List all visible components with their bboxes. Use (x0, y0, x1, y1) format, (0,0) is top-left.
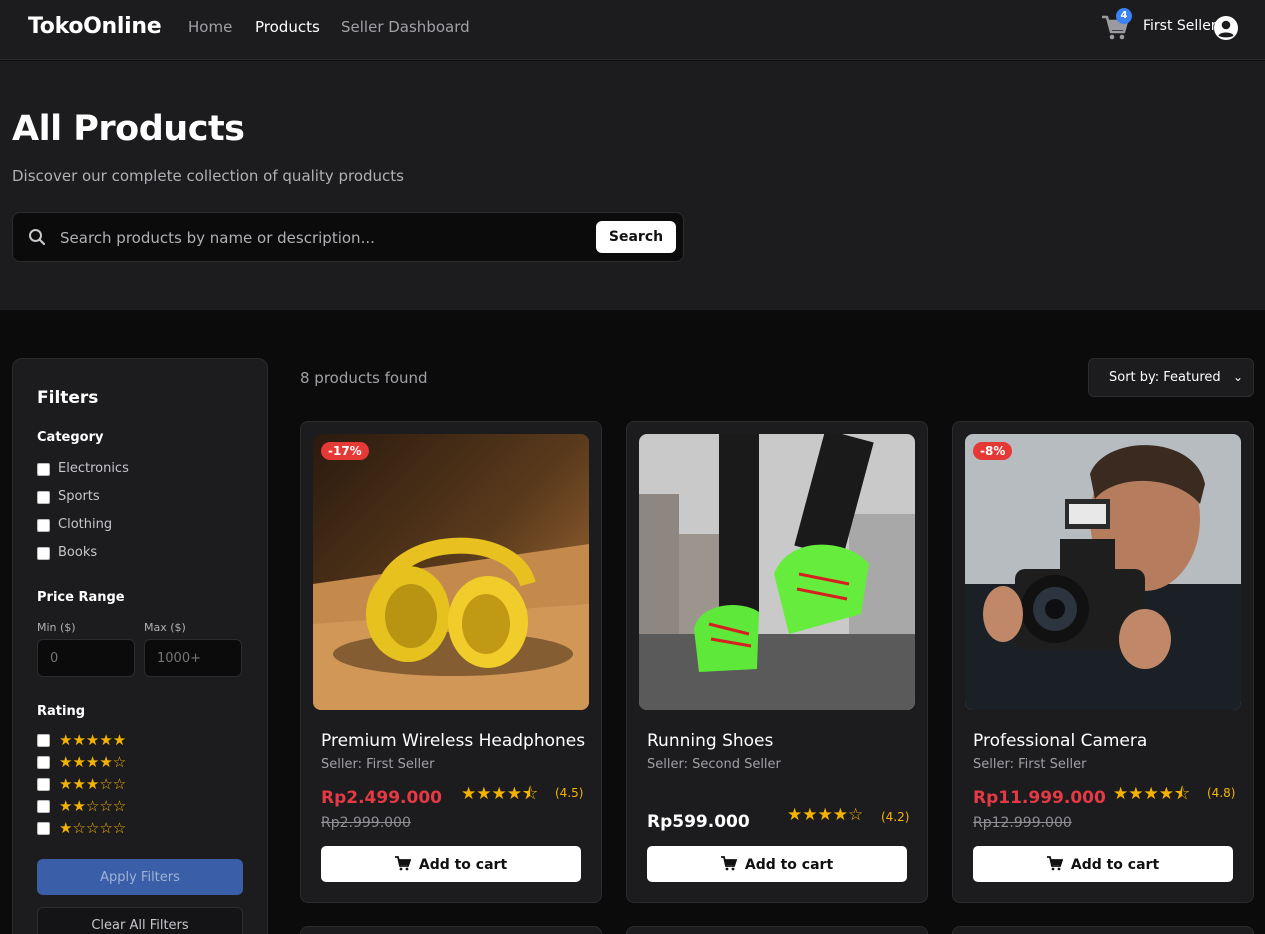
product-card[interactable] (952, 926, 1254, 934)
rating-heading: Rating (37, 704, 86, 719)
min-price-input[interactable] (37, 639, 135, 677)
sort-select[interactable]: Sort by: Featured ⌄ (1088, 358, 1254, 397)
product-name[interactable]: Premium Wireless Headphones (321, 731, 585, 751)
add-to-cart-button[interactable]: Add to cart (321, 846, 581, 882)
product-card[interactable] (300, 926, 602, 934)
checkbox-sports[interactable] (37, 491, 50, 504)
add-to-cart-label: Add to cart (744, 856, 834, 873)
product-seller: Seller: First Seller (321, 757, 435, 772)
page-subtitle: Discover our complete collection of qual… (12, 167, 404, 185)
max-price-input[interactable] (144, 639, 242, 677)
category-label-books: Books (58, 545, 98, 560)
page-title: All Products (12, 109, 245, 149)
rating-3-stars: ★★★☆☆ (59, 775, 127, 793)
checkbox-rating-3[interactable] (37, 778, 50, 791)
category-label-electronics: Electronics (58, 461, 129, 476)
user-name[interactable]: First Seller (1143, 18, 1217, 34)
cart-icon (394, 855, 412, 870)
rating-1-stars: ★☆☆☆☆ (59, 819, 127, 837)
checkbox-rating-4[interactable] (37, 756, 50, 769)
discount-badge: -8% (973, 442, 1013, 460)
filters-title: Filters (37, 388, 99, 408)
category-heading: Category (37, 430, 104, 445)
product-original-price: Rp12.999.000 (973, 815, 1072, 831)
brand-logo[interactable]: TokoOnline (28, 14, 162, 39)
product-card[interactable] (626, 926, 928, 934)
discount-badge: -17% (321, 442, 369, 460)
add-to-cart-label: Add to cart (1070, 856, 1160, 873)
clear-filters-button[interactable]: Clear All Filters (37, 907, 243, 934)
product-card[interactable]: -17% Premium Wireless Headphones Seller:… (300, 421, 602, 903)
checkbox-rating-1[interactable] (37, 822, 50, 835)
apply-filters-button[interactable]: Apply Filters (37, 859, 243, 895)
checkbox-rating-2[interactable] (37, 800, 50, 813)
cart-count-badge: 4 (1116, 8, 1132, 24)
user-avatar-icon[interactable] (1213, 15, 1239, 41)
nav-home[interactable]: Home (188, 18, 232, 36)
hero-section (0, 61, 1265, 310)
product-price: Rp599.000 (647, 812, 750, 832)
add-to-cart-label: Add to cart (418, 856, 508, 873)
checkbox-clothing[interactable] (37, 519, 50, 532)
product-price: Rp11.999.000 (973, 788, 1106, 808)
rating-5-stars: ★★★★★ (59, 731, 127, 749)
min-price-label: Min ($) (37, 621, 76, 634)
rating-stars: ★★★★⯪ (1113, 784, 1191, 804)
cart-icon (1046, 855, 1064, 870)
category-label-sports: Sports (58, 489, 100, 504)
product-card[interactable]: Running Shoes Seller: Second Seller Rp59… (626, 421, 928, 903)
results-count: 8 products found (300, 369, 428, 387)
nav-products[interactable]: Products (255, 18, 320, 36)
add-to-cart-button[interactable]: Add to cart (973, 846, 1233, 882)
product-image-professional-camera[interactable]: -8% (965, 434, 1241, 710)
search-icon (29, 229, 46, 246)
rating-2-stars: ★★☆☆☆ (59, 797, 127, 815)
product-original-price: Rp2.999.000 (321, 815, 411, 831)
product-image-running-shoes[interactable] (639, 434, 915, 710)
rating-4-stars: ★★★★☆ (59, 753, 127, 771)
cart-icon (720, 855, 738, 870)
product-name[interactable]: Running Shoes (647, 731, 773, 751)
search-input[interactable] (60, 226, 580, 250)
add-to-cart-button[interactable]: Add to cart (647, 846, 907, 882)
checkbox-electronics[interactable] (37, 463, 50, 476)
rating-value: (4.2) (881, 810, 910, 824)
rating-value: (4.8) (1207, 786, 1236, 800)
category-label-clothing: Clothing (58, 517, 113, 532)
rating-stars: ★★★★⯪ (461, 784, 539, 804)
product-seller: Seller: Second Seller (647, 757, 781, 772)
checkbox-rating-5[interactable] (37, 734, 50, 747)
product-price: Rp2.499.000 (321, 788, 442, 808)
rating-stars: ★★★★☆ (787, 805, 864, 825)
checkbox-books[interactable] (37, 547, 50, 560)
rating-value: (4.5) (555, 786, 584, 800)
nav-seller-dashboard[interactable]: Seller Dashboard (341, 18, 470, 36)
price-range-heading: Price Range (37, 590, 125, 605)
product-image-headphones[interactable]: -17% (313, 434, 589, 710)
product-seller: Seller: First Seller (973, 757, 1087, 772)
product-name[interactable]: Professional Camera (973, 731, 1147, 751)
sort-label: Sort by: Featured (1109, 370, 1221, 385)
max-price-label: Max ($) (144, 621, 186, 634)
product-card[interactable]: -8% Professional Camera Seller: First Se… (952, 421, 1254, 903)
chevron-down-icon: ⌄ (1232, 370, 1243, 384)
search-button[interactable]: Search (596, 221, 676, 253)
